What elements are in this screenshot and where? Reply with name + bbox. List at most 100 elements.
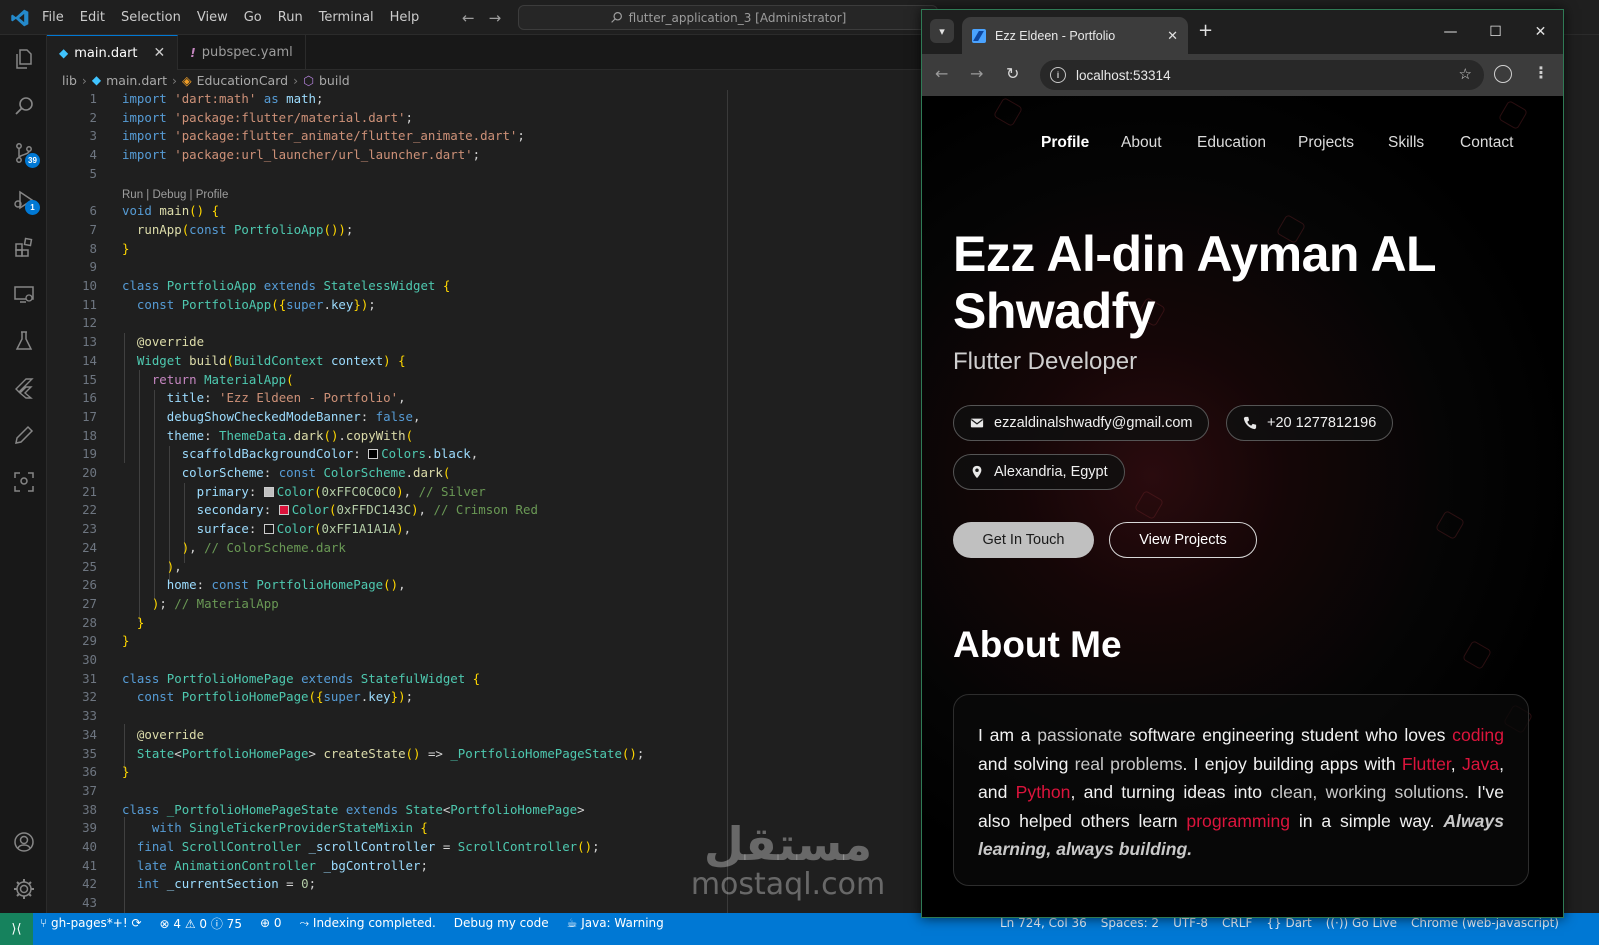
background-shape	[1434, 509, 1466, 541]
bookmark-star-icon[interactable]: ☆	[1459, 65, 1472, 83]
line-number: 34	[82, 726, 97, 742]
site-info-icon[interactable]: i	[1050, 67, 1066, 83]
nav-education[interactable]: Education	[1197, 134, 1266, 152]
language-status[interactable]: {} Dart	[1266, 916, 1311, 930]
view-projects-button[interactable]: View Projects	[1109, 522, 1257, 558]
email-chip[interactable]: ezzaldinalshwadfy@gmail.com	[953, 405, 1210, 441]
color-swatch[interactable]	[263, 524, 274, 535]
settings-gear-icon[interactable]	[0, 865, 47, 912]
golive-status[interactable]: ((·)) Go Live	[1326, 916, 1397, 930]
menu-view[interactable]: View	[189, 10, 236, 25]
remote-explorer-icon[interactable]	[0, 270, 47, 317]
back-arrow-icon[interactable]: ←	[462, 9, 475, 27]
remote-indicator-icon[interactable]: ⟩⟨	[0, 913, 33, 945]
code-text: int _currentSection = 0;	[136, 876, 317, 892]
code-line: 27 ); // MaterialApp	[47, 595, 922, 614]
browser-forward-icon[interactable]: →	[970, 64, 983, 83]
nav-about[interactable]: About	[1121, 134, 1162, 152]
new-tab-plus-icon[interactable]: +	[1198, 20, 1213, 41]
location-chip[interactable]: Alexandria, Egypt	[953, 454, 1125, 490]
encoding-status[interactable]: UTF-8	[1173, 916, 1208, 930]
window-close-icon[interactable]: ✕	[1518, 10, 1563, 54]
source-control-icon[interactable]: 39	[0, 129, 47, 176]
flutter-favicon-icon	[972, 28, 986, 43]
code-line: 43	[47, 894, 922, 913]
breadcrumb-item[interactable]: build	[319, 73, 350, 88]
code-text: ),	[166, 558, 182, 574]
explorer-icon[interactable]	[0, 35, 47, 82]
eol-status[interactable]: CRLF	[1222, 916, 1252, 930]
color-swatch[interactable]	[263, 486, 274, 497]
tab-main-dart[interactable]: ◆ main.dart ✕	[47, 35, 179, 70]
tab-search-chevron-icon[interactable]: ▾	[930, 19, 954, 43]
breadcrumb-item[interactable]: EducationCard	[197, 73, 288, 88]
code-text: with SingleTickerProviderStateMixin {	[151, 820, 428, 836]
extensions-icon[interactable]	[0, 223, 47, 270]
branch-status[interactable]: ⑂ gh-pages*+! ⟳	[40, 916, 142, 930]
search-icon[interactable]	[0, 82, 47, 129]
indentation-status[interactable]: Spaces: 2	[1101, 916, 1159, 930]
code-line: 24 ), // ColorScheme.dark	[47, 539, 922, 558]
menu-help[interactable]: Help	[382, 10, 428, 25]
tab-pubspec-yaml[interactable]: ! pubspec.yaml	[178, 35, 306, 70]
run-debug-icon[interactable]: 1	[0, 176, 47, 223]
close-icon[interactable]: ✕	[154, 45, 166, 61]
nav-projects[interactable]: Projects	[1298, 134, 1354, 152]
color-swatch[interactable]	[278, 505, 289, 516]
java-status[interactable]: ☕ Java: Warning	[567, 916, 664, 930]
minimize-icon[interactable]: —	[1428, 10, 1473, 54]
browser-tab[interactable]: Ezz Eldeen - Portfolio ✕	[962, 17, 1188, 54]
code-text: ); // MaterialApp	[151, 595, 279, 611]
breadcrumb-item[interactable]: main.dart	[106, 73, 167, 88]
code-line: 1 import 'dart:math' as math;	[47, 90, 922, 109]
nav-profile[interactable]: Profile	[1041, 134, 1089, 152]
maximize-icon[interactable]: ☐	[1473, 10, 1518, 54]
menu-file[interactable]: File	[34, 10, 72, 25]
phone-icon	[1243, 416, 1257, 430]
more-menu-icon[interactable]: ⋮	[1533, 63, 1549, 82]
line-number: 1	[89, 91, 97, 106]
code-line: 17 debugShowCheckedModeBanner: false,	[47, 408, 922, 427]
background-shape	[1497, 99, 1529, 131]
forward-arrow-icon[interactable]: →	[489, 9, 502, 27]
about-highlight: clean, working solutions	[1270, 782, 1464, 802]
phone-chip[interactable]: +20 1277812196	[1226, 405, 1394, 441]
scan-icon[interactable]	[0, 458, 47, 505]
line-number: 3	[89, 128, 97, 144]
java-label: Java: Warning	[581, 916, 664, 930]
background-shape	[992, 96, 1024, 128]
command-center[interactable]: flutter_application_3 [Administrator]	[518, 5, 938, 30]
code-text: import 'dart:math' as math;	[122, 91, 324, 106]
flutter-icon[interactable]	[0, 364, 47, 411]
browser-back-icon[interactable]: ←	[935, 64, 948, 83]
ports-status[interactable]: ⊕ 0	[260, 916, 282, 930]
about-accent: Flutter	[1401, 753, 1451, 774]
problems-status[interactable]: ⊗ 4 ⚠ 0 ⓘ 75	[160, 915, 242, 932]
device-status[interactable]: Chrome (web-javascript)	[1411, 916, 1559, 930]
browser-tab-title: Ezz Eldeen - Portfolio	[995, 28, 1116, 43]
menu-run[interactable]: Run	[270, 10, 311, 25]
get-in-touch-button[interactable]: Get In Touch	[953, 522, 1094, 558]
breadcrumb-item[interactable]: lib	[62, 73, 77, 88]
reload-icon[interactable]: ↻	[1006, 64, 1019, 83]
code-text: Widget build(BuildContext context) {	[136, 352, 406, 368]
line-number: 30	[82, 652, 97, 667]
debug-status[interactable]: Debug my code	[454, 916, 549, 930]
color-swatch[interactable]	[368, 449, 379, 460]
accounts-icon[interactable]	[0, 818, 47, 865]
code-text: scaffoldBackgroundColor: Colors.black,	[181, 446, 479, 462]
close-tab-icon[interactable]: ✕	[1167, 28, 1178, 44]
edit-pen-icon[interactable]	[0, 411, 47, 458]
testing-icon[interactable]	[0, 317, 47, 364]
nav-skills[interactable]: Skills	[1388, 134, 1424, 152]
menu-terminal[interactable]: Terminal	[311, 10, 382, 25]
menu-edit[interactable]: Edit	[72, 10, 113, 25]
profile-icon[interactable]	[1494, 65, 1512, 83]
about-card: I am a passionate software engineering s…	[953, 694, 1529, 886]
address-bar[interactable]: i localhost:53314 ☆	[1040, 60, 1484, 90]
code-editor[interactable]: 1 import 'dart:math' as math; 2 import 'pac…	[47, 90, 922, 913]
cursor-position[interactable]: Ln 724, Col 36	[1000, 916, 1087, 930]
nav-contact[interactable]: Contact	[1460, 134, 1513, 152]
menu-selection[interactable]: Selection	[113, 10, 189, 25]
menu-go[interactable]: Go	[236, 10, 270, 25]
